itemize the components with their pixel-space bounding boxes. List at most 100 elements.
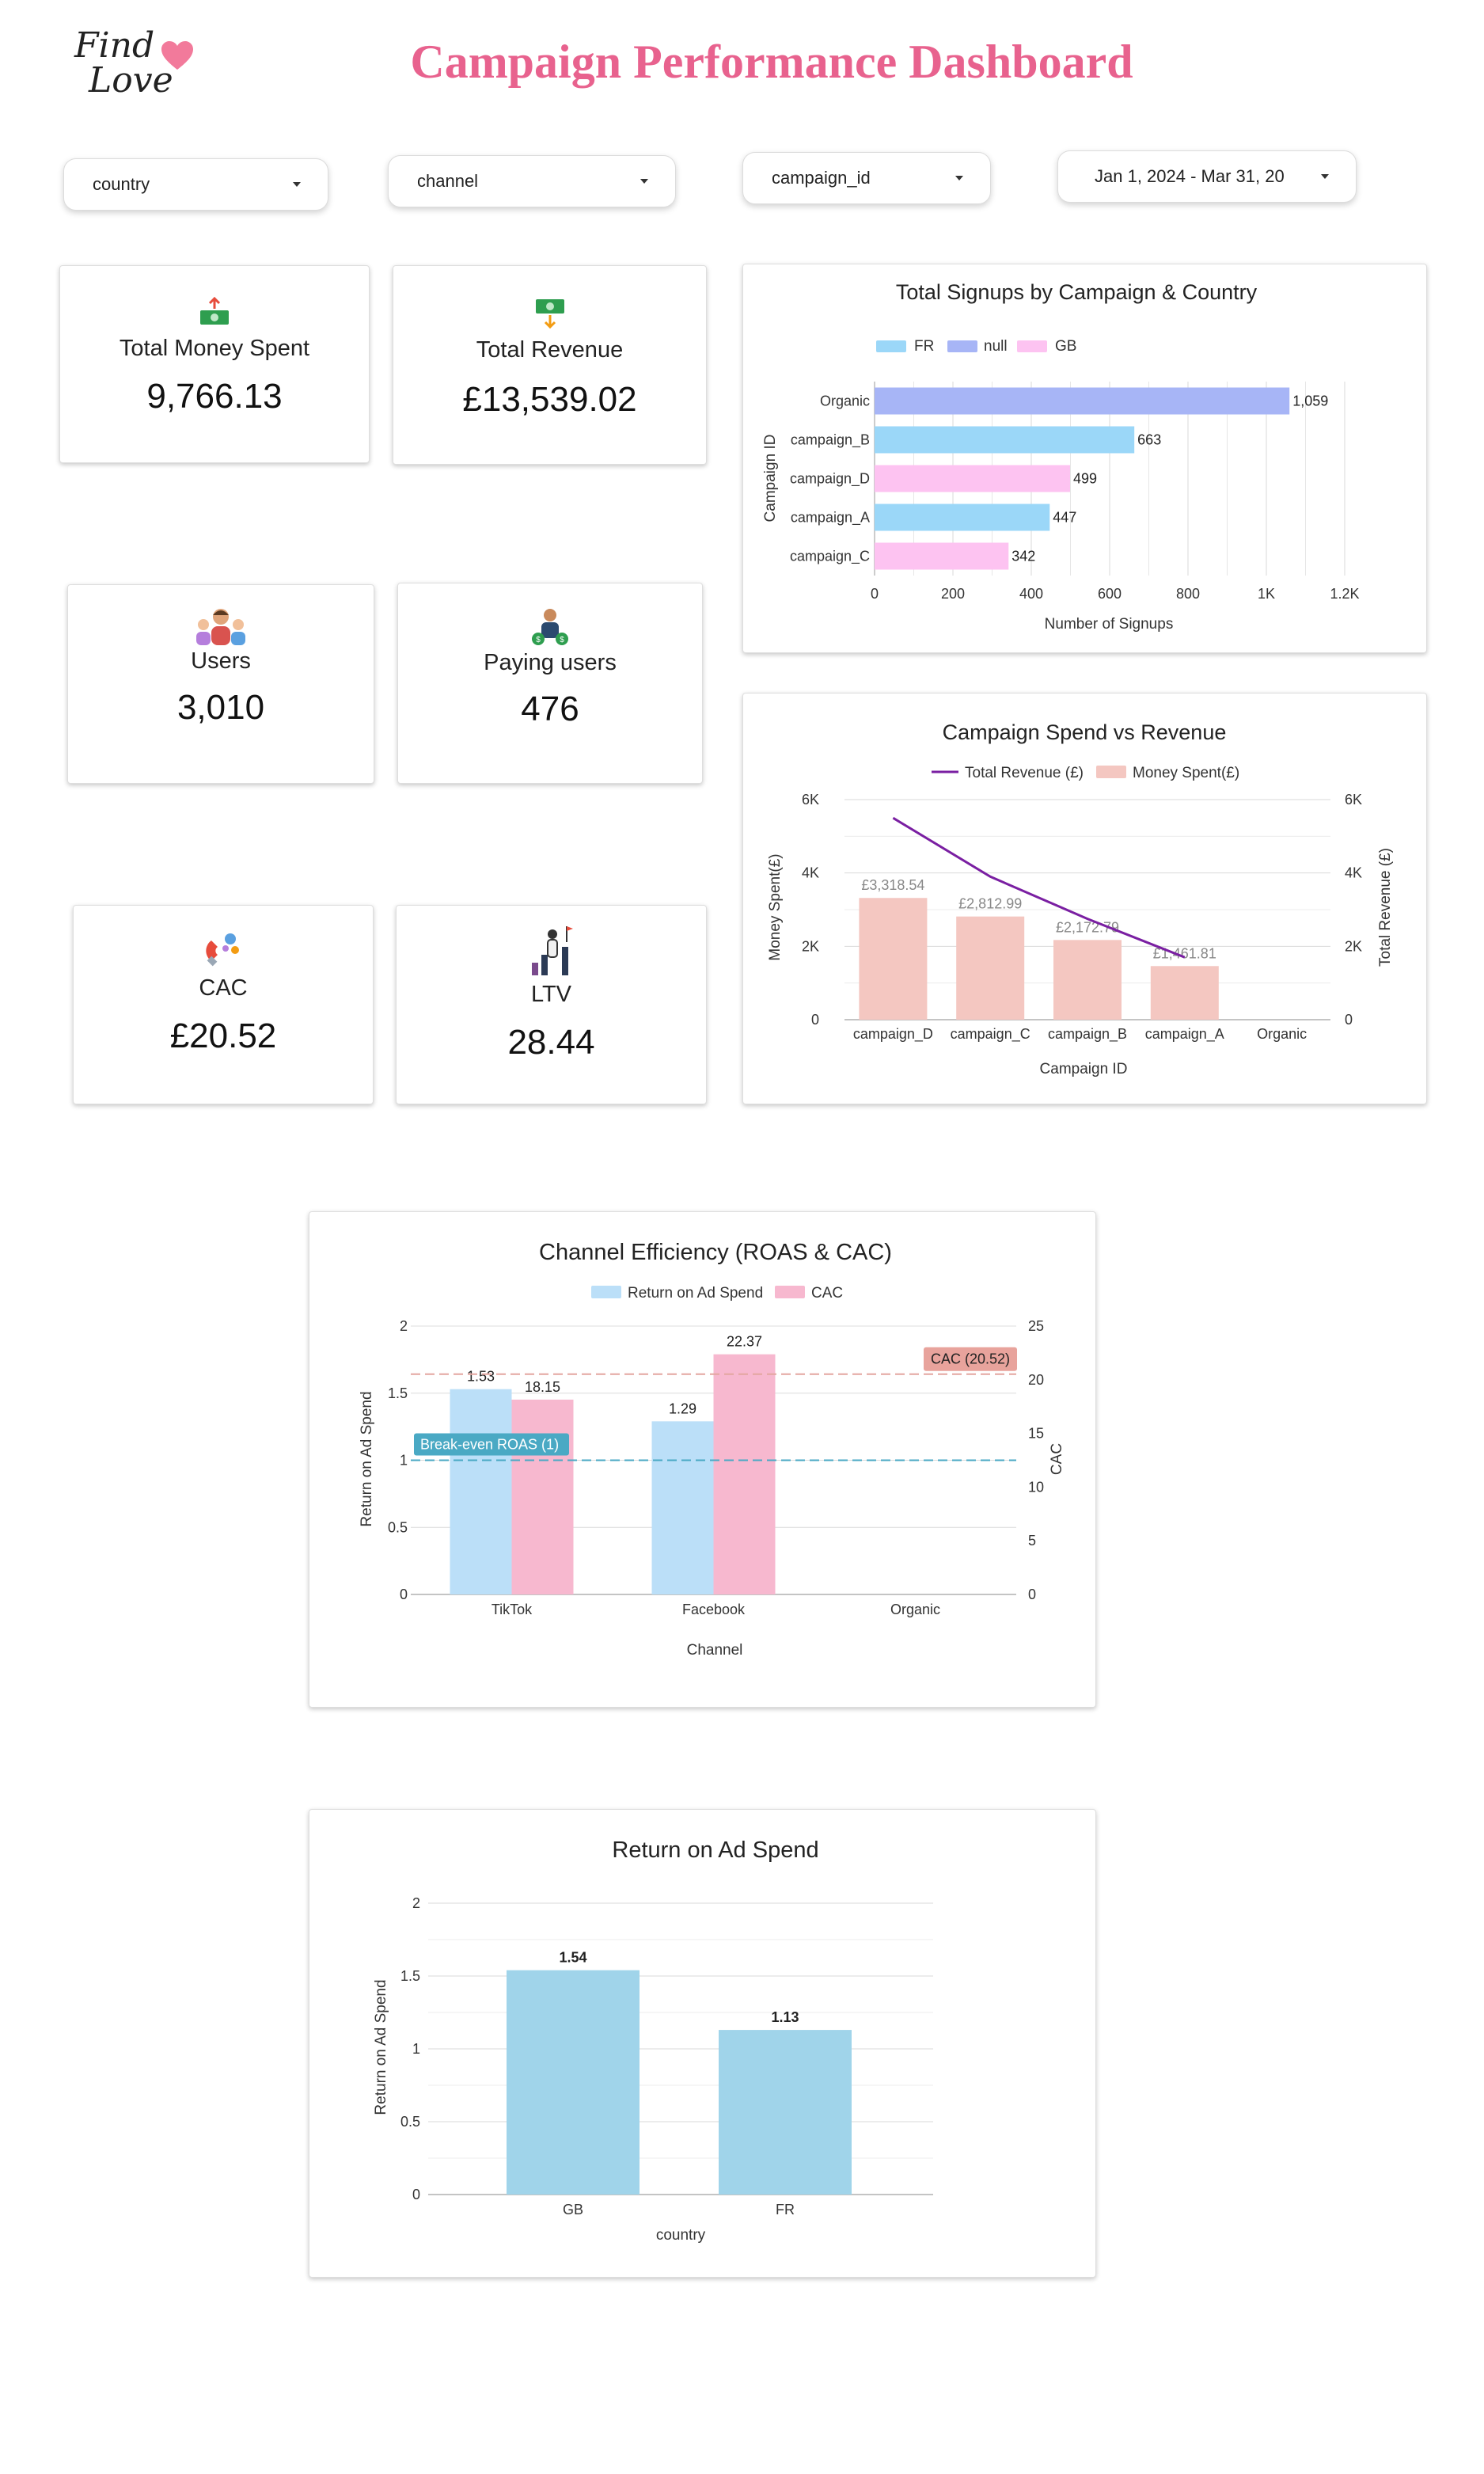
x-axis-title: Channel (687, 1642, 743, 1659)
break-even-label: Break-even ROAS (1) (420, 1437, 559, 1453)
page-title: Campaign Performance Dashboard (410, 36, 1133, 88)
y-tick-label: Organic (820, 393, 870, 409)
revenue-line (892, 816, 1186, 959)
bar-campaign_D (859, 898, 928, 1020)
users-icon (196, 609, 245, 645)
campaign-filter-dropdown[interactable]: campaign_id (742, 152, 991, 204)
x-tick-label: campaign_A (1145, 1026, 1224, 1043)
kpi-label: LTV (530, 982, 572, 1007)
y2-axis-title: CAC (1049, 1443, 1065, 1475)
kpi-value: 9,766.13 (146, 377, 283, 416)
y-tick-label: 0 (811, 1012, 819, 1028)
y-axis-title: Return on Ad Spend (359, 1391, 375, 1526)
data-label-campaign_D: 499 (1073, 471, 1097, 487)
data-label-campaign_B: 663 (1137, 432, 1161, 448)
cac-reference-label: CAC (20.52) (931, 1351, 1010, 1367)
country-filter-value: country (93, 174, 150, 194)
find-love-logo: Find Love (71, 29, 206, 108)
heart-icon (161, 41, 193, 70)
chevron-down-icon (955, 176, 963, 181)
y-tick-label: 0 (400, 1587, 408, 1602)
kpi-label: Users (191, 648, 251, 674)
legend-swatch-fr (876, 340, 906, 352)
kpi-card-ltv: LTV 28.44 (396, 905, 707, 1104)
kpi-card-users: Users 3,010 (67, 584, 374, 784)
x-tick-label: 800 (1176, 586, 1200, 602)
kpi-label: Total Revenue (476, 337, 624, 363)
y2-tick-label: 6K (1345, 792, 1362, 808)
kpi-value: £13,539.02 (462, 380, 637, 419)
country-filter-dropdown[interactable]: country (63, 158, 328, 211)
y-tick-label: 1.5 (400, 1968, 420, 1984)
x-tick-label: Organic (890, 1602, 940, 1617)
chart-title: Total Signups by Campaign & Country (896, 280, 1258, 304)
date-range-value: Jan 1, 2024 - Mar 31, 20 (1095, 166, 1285, 186)
legend-label-cac: CAC (811, 1285, 843, 1302)
legend-swatch-gb (1017, 340, 1047, 352)
y2-tick-label: 0 (1028, 1587, 1036, 1602)
data-label-campaign_C: £2,812.99 (958, 896, 1022, 912)
y-tick-label: campaign_B (791, 432, 870, 449)
kpi-value: 28.44 (507, 1023, 595, 1062)
x-axis-title: Number of Signups (1045, 616, 1174, 633)
chart-title: Channel Efficiency (ROAS & CAC) (539, 1240, 892, 1265)
data-label-campaign_A: 447 (1053, 510, 1076, 526)
signups-bar-chart: Total Signups by Campaign & Country FR n… (762, 280, 1360, 633)
y-tick-label: 1 (400, 1453, 408, 1469)
chevron-down-icon (293, 182, 301, 187)
x-tick-label: 200 (941, 586, 965, 602)
y-tick-label: campaign_A (791, 510, 870, 526)
y-tick-label: 1 (412, 2041, 420, 2057)
y-tick-label: campaign_C (790, 549, 870, 565)
growth-icon (531, 926, 573, 975)
y-tick-label: 4K (802, 865, 819, 881)
data-label-FR: 1.13 (771, 2009, 799, 2025)
legend-label-null: null (984, 338, 1008, 355)
x-tick-label: 400 (1019, 586, 1043, 602)
x-tick-label: 1.2K (1330, 586, 1359, 602)
bar-campaign_A (1150, 966, 1219, 1020)
roas-label-Facebook: 1.29 (669, 1400, 696, 1416)
x-axis-title: Campaign ID (1040, 1061, 1128, 1077)
signups-chart-card: Total Signups by Campaign & Country FR n… (742, 264, 1427, 653)
legend-label-revenue: Total Revenue (£) (965, 765, 1084, 781)
y-tick-label: 0 (412, 2187, 420, 2202)
bar-campaign_B (875, 426, 1135, 454)
y2-tick-label: 0 (1345, 1012, 1353, 1028)
y2-axis-title: Total Revenue (£) (1377, 848, 1394, 967)
kpi-value: 3,010 (176, 688, 265, 727)
channel-efficiency-chart-card: Channel Efficiency (ROAS & CAC) Return o… (309, 1211, 1096, 1708)
kpi-value: 476 (521, 690, 579, 728)
y-tick-label: 2K (802, 938, 819, 954)
spend-revenue-combo-chart: Campaign Spend vs Revenue Total Revenue … (767, 720, 1394, 1077)
kpi-label: CAC (199, 975, 248, 1001)
legend-label-roas: Return on Ad Spend (628, 1285, 763, 1302)
x-tick-label: GB (563, 2202, 583, 2217)
x-tick-label: 0 (871, 586, 879, 602)
date-range-picker[interactable]: Jan 1, 2024 - Mar 31, 20 (1057, 150, 1357, 203)
cac-label-TikTok: 18.15 (525, 1379, 560, 1395)
paying-user-icon: $ $ (532, 609, 568, 645)
kpi-card-money-spent: Total Money Spent 9,766.13 (59, 265, 370, 463)
legend-label-gb: GB (1055, 338, 1076, 355)
channel-filter-value: channel (417, 171, 479, 191)
y-tick-label: 0.5 (400, 2114, 420, 2130)
kpi-label: Total Money Spent (119, 336, 310, 361)
bar-GB (507, 1970, 640, 2195)
magnet-icon (206, 933, 239, 967)
roas-bar-Facebook (651, 1421, 714, 1594)
y-tick-label: campaign_D (790, 471, 870, 488)
bar-Organic (875, 387, 1290, 415)
channel-efficiency-chart: Channel Efficiency (ROAS & CAC) Return o… (359, 1240, 1065, 1659)
bar-campaign_C (875, 542, 1009, 570)
data-label-campaign_D: £3,318.54 (861, 877, 924, 893)
y-tick-label: 1.5 (388, 1385, 408, 1401)
cac-label-Facebook: 22.37 (727, 1334, 762, 1350)
roas-country-chart-card: Return on Ad Spend 1.54 1.13 0 0.5 1 1.5 2 GB F… (309, 1809, 1096, 2278)
channel-filter-dropdown[interactable]: channel (388, 155, 676, 207)
data-label-GB: 1.54 (559, 1950, 586, 1966)
legend-swatch-spend (1096, 766, 1126, 778)
bar-campaign_B (1053, 940, 1122, 1020)
y-axis-title: Money Spent(£) (767, 853, 784, 960)
roas-bar-TikTok (450, 1389, 512, 1594)
